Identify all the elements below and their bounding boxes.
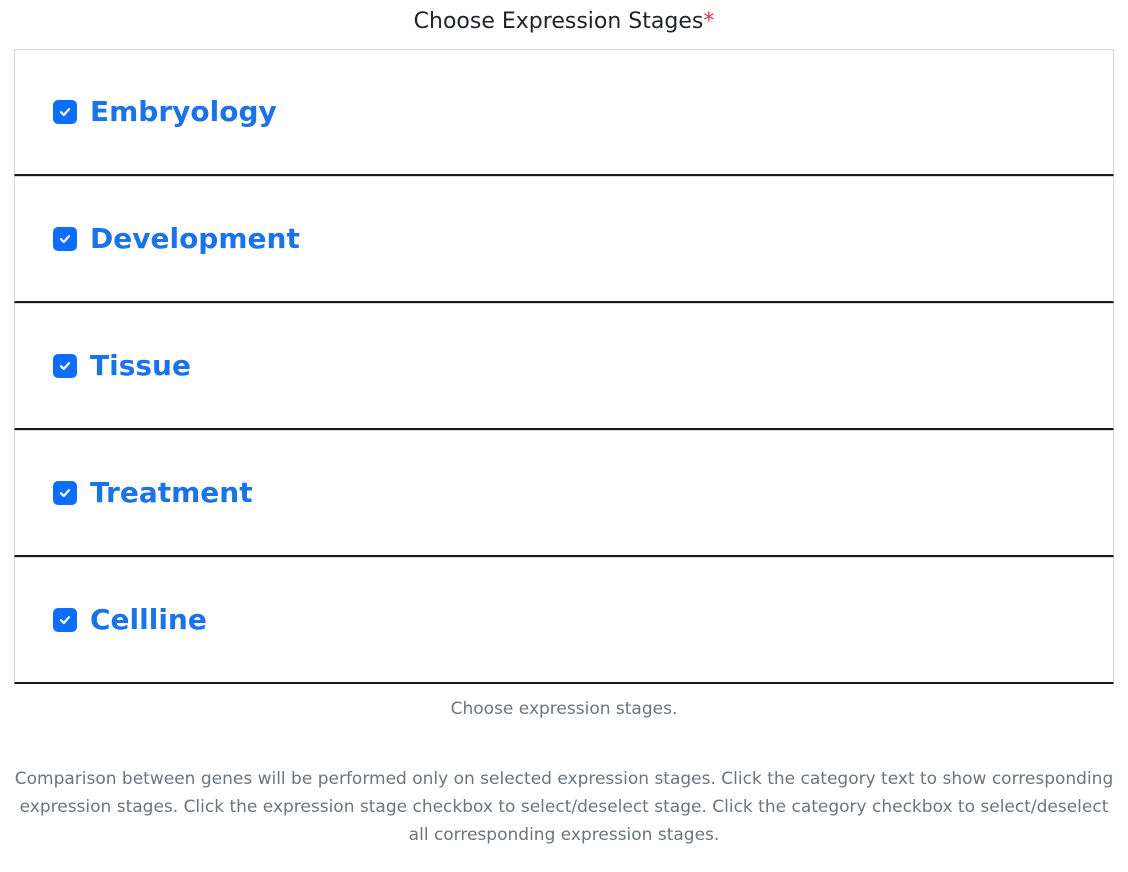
required-marker: *: [703, 9, 715, 34]
stage-category-tissue: Tissue: [14, 303, 1114, 430]
category-checkbox-embryology[interactable]: [53, 100, 77, 124]
category-label-treatment[interactable]: Treatment: [90, 476, 253, 510]
stage-category-header[interactable]: Treatment: [53, 431, 253, 555]
stage-category-header[interactable]: Development: [53, 177, 300, 301]
stage-category-cellline: Cellline: [14, 557, 1114, 684]
category-label-embryology[interactable]: Embryology: [90, 95, 277, 129]
help-text-short: Choose expression stages.: [450, 699, 678, 719]
form-title-text: Choose Expression Stages: [413, 9, 704, 34]
check-icon: [59, 108, 71, 117]
stage-category-treatment: Treatment: [14, 430, 1114, 557]
category-checkbox-tissue[interactable]: [53, 354, 77, 378]
stage-category-list: Embryology Development Tissue Treatment: [14, 49, 1114, 684]
stage-category-header[interactable]: Embryology: [53, 50, 277, 174]
category-label-development[interactable]: Development: [90, 222, 300, 256]
stage-category-header[interactable]: Cellline: [53, 558, 207, 682]
help-text-long: Comparison between genes will be perform…: [14, 769, 1114, 845]
category-checkbox-development[interactable]: [53, 227, 77, 251]
check-icon: [59, 235, 71, 244]
check-icon: [59, 362, 71, 371]
form-title: Choose Expression Stages*: [0, 8, 1128, 36]
check-icon: [59, 616, 71, 625]
category-checkbox-cellline[interactable]: [53, 608, 77, 632]
category-label-tissue[interactable]: Tissue: [90, 349, 191, 383]
stage-category-embryology: Embryology: [14, 49, 1114, 176]
check-icon: [59, 489, 71, 498]
stage-category-header[interactable]: Tissue: [53, 304, 191, 428]
category-checkbox-treatment[interactable]: [53, 481, 77, 505]
category-label-cellline[interactable]: Cellline: [90, 603, 207, 637]
stage-category-development: Development: [14, 176, 1114, 303]
